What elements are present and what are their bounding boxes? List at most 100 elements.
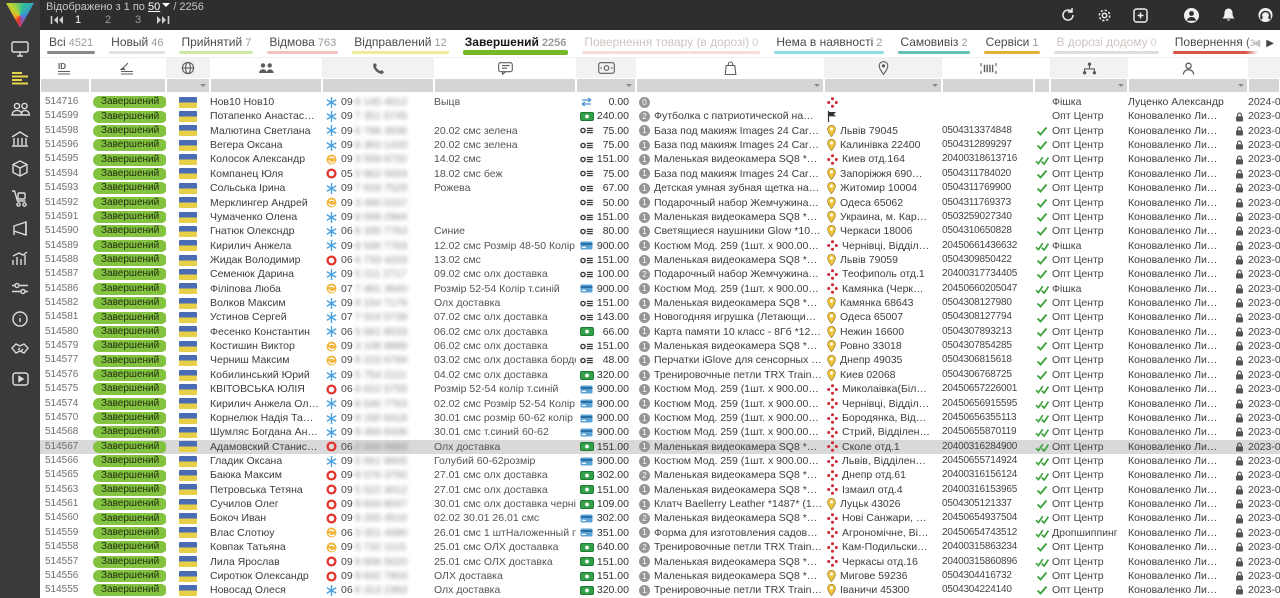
order-row[interactable]: 514595ЗавершенийКолосок Александр093 559…: [40, 152, 1280, 166]
filter-cell-7[interactable]: [577, 79, 635, 92]
filter-cell-5[interactable]: [323, 79, 433, 92]
column-header-people[interactable]: [210, 58, 322, 78]
filter-cell-10[interactable]: [943, 79, 1033, 92]
sidebar-item-company[interactable]: [0, 126, 40, 156]
order-row[interactable]: 514574ЗавершенийКирилич Анжела Ол…098 54…: [40, 397, 1280, 411]
column-header-id[interactable]: ID: [40, 58, 90, 78]
filter-cell-12[interactable]: [1051, 79, 1127, 92]
order-row[interactable]: 514589ЗавершенийКирилич Анжела098 546 77…: [40, 239, 1280, 253]
column-header-bag[interactable]: [636, 58, 824, 78]
column-header-sitemap[interactable]: [1050, 58, 1128, 78]
order-row[interactable]: 514580ЗавершенийФесенко Константин065 56…: [40, 325, 1280, 339]
order-row[interactable]: 514559ЗавершенийВлас Слотюу063 351 40802…: [40, 526, 1280, 540]
order-row[interactable]: 514579ЗавершенийКостишин Виктор093 108 9…: [40, 339, 1280, 353]
tab-10[interactable]: Сервіси1: [977, 30, 1048, 57]
column-header-barcode[interactable]: [942, 58, 1034, 78]
column-header-globe[interactable]: [166, 58, 210, 78]
column-header-pin[interactable]: [824, 58, 942, 78]
filter-cell-9[interactable]: [825, 79, 941, 92]
order-row[interactable]: 514582ЗавершенийВолков Максим099 154 717…: [40, 296, 1280, 310]
column-header-check[interactable]: [1034, 58, 1050, 78]
order-row[interactable]: 514567ЗавершенийАдамовский Станис…066 90…: [40, 440, 1280, 454]
tab-3[interactable]: Прийнятий7: [172, 30, 260, 57]
order-row[interactable]: 514716ЗавершенийНов10 Нов10098 145 4612В…: [40, 95, 1280, 109]
sidebar-item-video[interactable]: [0, 366, 40, 396]
filter-cell-11[interactable]: [1035, 79, 1049, 92]
tab-6[interactable]: Завершений2256: [456, 30, 576, 57]
order-row[interactable]: 514566ЗавершенийГладик Оксана095 561 960…: [40, 454, 1280, 468]
tab-5[interactable]: Відправлений12: [345, 30, 456, 57]
sidebar-item-orders[interactable]: [0, 66, 40, 96]
last-page-icon[interactable]: [157, 15, 170, 25]
sidebar-item-partners[interactable]: [0, 336, 40, 366]
order-row[interactable]: 514596ЗавершенийВегера Оксана096 363 143…: [40, 138, 1280, 152]
sidebar-item-products[interactable]: [0, 156, 40, 186]
order-row[interactable]: 514577ЗавершенийЧерниш Максим098 223 679…: [40, 353, 1280, 367]
column-header-status[interactable]: [90, 58, 166, 78]
page-number-2[interactable]: 2: [93, 14, 123, 26]
column-header-person[interactable]: [1128, 58, 1248, 78]
filter-cell-8[interactable]: [637, 79, 823, 92]
order-row[interactable]: 514586ЗавершенийФіліпова Люба077 481 394…: [40, 282, 1280, 296]
column-header-comment[interactable]: [434, 58, 576, 78]
page-size-dropdown[interactable]: 50: [148, 1, 160, 13]
first-page-icon[interactable]: [50, 15, 63, 25]
tab-7[interactable]: Повернення товару (в дорозі)0: [575, 30, 767, 57]
order-row[interactable]: 514561ЗавершенийСучилов Олег099 834 8047…: [40, 497, 1280, 511]
order-row[interactable]: 514581ЗавершенийУстинов Сергей077 024 57…: [40, 310, 1280, 324]
gear-icon[interactable]: [1097, 8, 1112, 23]
tab-9[interactable]: Самовивіз2: [891, 30, 976, 57]
order-row[interactable]: 514575ЗавершенийКВІТОВСЬКА ЮЛІЯ066 622 5…: [40, 382, 1280, 396]
profile-icon[interactable]: [1183, 7, 1200, 24]
order-row[interactable]: 514560ЗавершенийБокоч Иван099 265 451002…: [40, 511, 1280, 525]
order-row[interactable]: 514563ЗавершенийПетровська Тетяна095 522…: [40, 483, 1280, 497]
order-row[interactable]: 514592ЗавершенийМерклингер Андрей093 490…: [40, 196, 1280, 210]
order-row[interactable]: 514598ЗавершенийМалютина Светлана096 796…: [40, 124, 1280, 138]
sidebar-item-marketing[interactable]: [0, 216, 40, 246]
filter-cell-14[interactable]: [1249, 79, 1279, 92]
tab-8[interactable]: Нема в наявності2: [767, 30, 891, 57]
tab-11[interactable]: В дорозі додому0: [1047, 30, 1165, 57]
order-row[interactable]: 514568ЗавершенийШумляс Богдана Ан…099 45…: [40, 425, 1280, 439]
add-square-icon[interactable]: [1133, 8, 1148, 23]
order-row[interactable]: 514570ЗавершенийКорнелюк Надія Та…099 16…: [40, 411, 1280, 425]
filter-cell-1[interactable]: [41, 79, 89, 92]
order-row[interactable]: 514557ЗавершенийЛила Ярослав099 806 5020…: [40, 555, 1280, 569]
headset-icon[interactable]: [1257, 7, 1274, 23]
order-row[interactable]: 514556ЗавершенийСиротюк Олександр099 832…: [40, 569, 1280, 583]
order-row[interactable]: 514558ЗавершенийКовпак Татьяна095 732 11…: [40, 540, 1280, 554]
order-row[interactable]: 514593ЗавершенийСольська Ірина097 918 75…: [40, 181, 1280, 195]
order-row[interactable]: 514588ЗавершенийЖидак Володимир066 733 4…: [40, 253, 1280, 267]
filter-cell-4[interactable]: [211, 79, 321, 92]
bell-icon[interactable]: [1221, 7, 1236, 23]
sidebar-item-statistics[interactable]: [0, 246, 40, 276]
tabs-scroll-right-icon[interactable]: ▶: [1266, 38, 1274, 49]
order-row[interactable]: 514591ЗавершенийЧумаченко Олена098 058 2…: [40, 210, 1280, 224]
filter-cell-13[interactable]: [1129, 79, 1247, 92]
tab-4[interactable]: Відмова763: [260, 30, 345, 57]
filter-cell-3[interactable]: [167, 79, 209, 92]
column-header-money[interactable]: [576, 58, 636, 78]
page-number-3[interactable]: 3: [123, 14, 153, 26]
order-row[interactable]: 514590ЗавершенийГнатюк Олексндр066 335 7…: [40, 224, 1280, 238]
order-row[interactable]: 514599ЗавершенийПотапенко Анастас…097 35…: [40, 109, 1280, 123]
tab-1[interactable]: Всі4521: [40, 30, 102, 57]
column-header-date[interactable]: [1248, 58, 1280, 78]
order-row[interactable]: 514555ЗавершенийНовосад Олеся066 313 239…: [40, 583, 1280, 597]
filter-cell-2[interactable]: [91, 79, 165, 92]
page-number-1[interactable]: 1: [63, 14, 93, 26]
order-row[interactable]: 514594ЗавершенийКомпанец Юля050 962 0003…: [40, 167, 1280, 181]
tabs-scroll-left-icon[interactable]: ◀: [1253, 38, 1261, 49]
filter-cell-6[interactable]: [435, 79, 575, 92]
sidebar-item-procurement[interactable]: [0, 186, 40, 216]
sidebar-item-dashboard[interactable]: [0, 36, 40, 66]
sidebar-item-settings[interactable]: [0, 276, 40, 306]
order-row[interactable]: 514587ЗавершенийСеменюк Дарина095 211 27…: [40, 267, 1280, 281]
sidebar-item-info[interactable]: [0, 306, 40, 336]
tab-2[interactable]: Новый46: [102, 30, 172, 57]
refresh-icon[interactable]: [1060, 7, 1076, 23]
sidebar-item-clients[interactable]: [0, 96, 40, 126]
app-logo[interactable]: [6, 3, 34, 28]
order-row[interactable]: 514576ЗавершенийКобилинський Юрий095 754…: [40, 368, 1280, 382]
column-header-phone[interactable]: [322, 58, 434, 78]
